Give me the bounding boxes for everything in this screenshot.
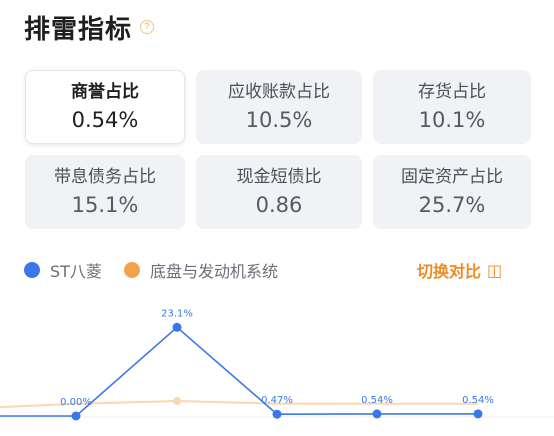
metric-card-inventory[interactable]: 存货占比 10.1%: [373, 70, 531, 144]
metric-card-receivables[interactable]: 应收账款占比 10.5%: [196, 70, 362, 144]
metric-value: 15.1%: [71, 193, 139, 217]
metric-card-interest-debt[interactable]: 带息债务占比 15.1%: [25, 155, 185, 229]
data-point-company[interactable]: [71, 411, 81, 421]
metric-value: 0.86: [255, 193, 303, 217]
chart-legend: ST八菱 底盘与发动机系统: [24, 258, 300, 282]
metric-value: 10.1%: [418, 108, 486, 132]
data-label: 0.54%: [361, 395, 393, 406]
section-header: 排雷指标 ?: [24, 6, 155, 48]
legend-label: ST八菱: [50, 262, 102, 281]
data-point-company[interactable]: [473, 409, 483, 419]
data-point-company[interactable]: [172, 322, 182, 332]
metric-label: 固定资产占比: [401, 167, 503, 187]
data-label: 0.00%: [60, 397, 92, 408]
trend-chart: 0.00% 23.1% 0.47% 0.54% 0.54%: [0, 308, 554, 421]
legend-dot-company: [24, 262, 40, 278]
legend-label: 底盘与发动机系统: [149, 262, 278, 281]
metric-label: 存货占比: [418, 82, 486, 102]
metric-value: 0.54%: [71, 108, 139, 132]
metric-card-cash-short-debt[interactable]: 现金短债比 0.86: [196, 155, 362, 229]
metric-grid: 商誉占比 0.54% 应收账款占比 10.5% 存货占比 10.1% 带息债务占…: [25, 70, 531, 229]
metric-label: 现金短债比: [236, 167, 322, 187]
legend-item-company[interactable]: ST八菱: [24, 258, 102, 282]
metric-label: 应收账款占比: [228, 82, 330, 102]
section-title: 排雷指标: [24, 14, 133, 45]
data-point-company[interactable]: [272, 409, 282, 419]
switch-compare-button[interactable]: 切换对比 ◫: [417, 258, 502, 282]
metric-card-fixed-assets[interactable]: 固定资产占比 25.7%: [373, 155, 531, 229]
toggle-icon: ◫: [487, 260, 503, 280]
switch-compare-label: 切换对比: [417, 262, 482, 281]
metric-card-goodwill[interactable]: 商誉占比 0.54%: [25, 70, 185, 144]
data-point-company[interactable]: [372, 409, 382, 419]
metric-value: 25.7%: [418, 193, 486, 217]
metric-label: 带息债务占比: [54, 167, 156, 187]
data-point-industry[interactable]: [173, 397, 181, 406]
legend-dot-industry: [123, 262, 140, 278]
data-label: 23.1%: [161, 308, 193, 319]
data-label: 0.47%: [261, 395, 293, 406]
metric-label: 商誉占比: [71, 82, 139, 102]
data-label: 0.54%: [462, 395, 494, 406]
legend-item-industry[interactable]: 底盘与发动机系统: [123, 258, 278, 282]
help-icon[interactable]: ?: [140, 20, 155, 34]
metric-value: 10.5%: [245, 108, 313, 132]
